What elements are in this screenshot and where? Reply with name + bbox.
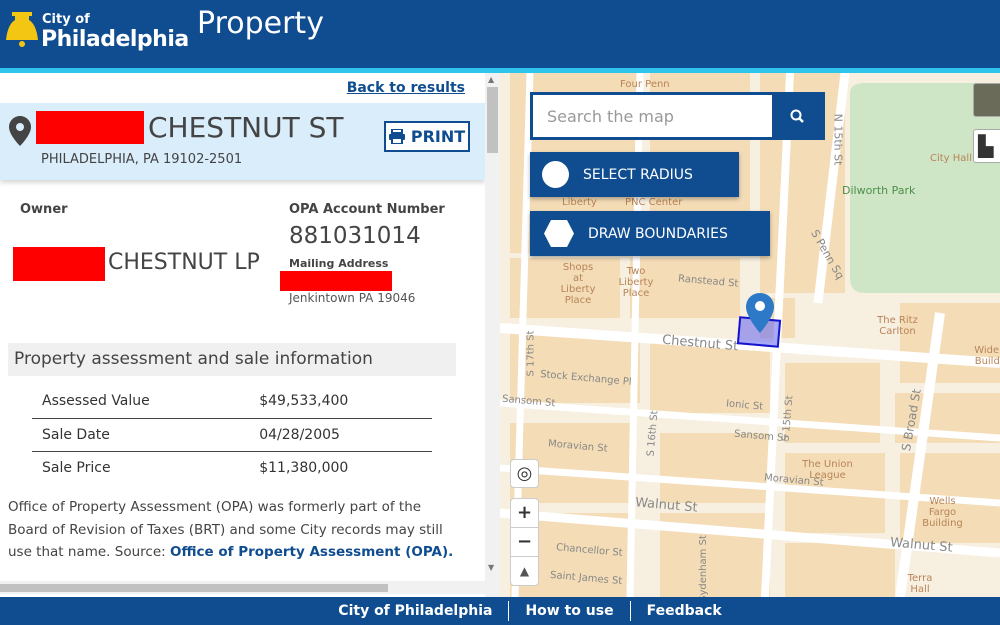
street-label: N 15th St: [831, 113, 845, 166]
assessment-section-title: Property assessment and sale information: [8, 343, 456, 376]
row-label: Sale Price: [42, 459, 111, 476]
owner-label: Owner: [20, 202, 68, 217]
street-label: S 17th St: [525, 330, 537, 377]
building-icon: ▙: [978, 134, 994, 158]
geolocate-button[interactable]: ◎: [510, 459, 539, 488]
map-place-label: PNC Center: [625, 197, 683, 208]
map-place-label: Shops at Liberty Place: [560, 262, 596, 306]
search-input[interactable]: Search the map: [547, 107, 674, 126]
mailing-city: Jenkintown PA 19046: [289, 291, 416, 305]
row-value: $49,533,400: [249, 385, 432, 419]
print-label: PRINT: [410, 127, 466, 146]
back-to-results-link[interactable]: Back to results: [347, 80, 465, 96]
city-line: PHILADELPHIA, PA 19102-2501: [41, 152, 243, 167]
select-radius-button[interactable]: SELECT RADIUS: [530, 152, 739, 197]
owner-name: CHESTNUT LP: [108, 250, 260, 275]
zoom-controls: + − ▲: [510, 498, 539, 586]
map-place-label: Widener Building: [974, 345, 1000, 367]
draw-boundaries-button[interactable]: DRAW BOUNDARIES: [530, 211, 770, 256]
map-marker-icon: [9, 116, 31, 146]
mailing-address-label: Mailing Address: [289, 257, 389, 270]
map-place-label: The Ritz Carlton: [877, 315, 918, 337]
property-panel: Back to results CHESTNUT ST PHILADELPHIA…: [0, 73, 485, 597]
footer-link-how-to-use[interactable]: How to use: [509, 603, 629, 619]
print-button[interactable]: PRINT: [384, 121, 470, 152]
redacted-owner: [13, 247, 105, 281]
draw-boundaries-label: DRAW BOUNDARIES: [588, 225, 728, 242]
address-header: CHESTNUT ST PHILADELPHIA, PA 19102-2501 …: [0, 103, 485, 180]
opa-account-number: 881031014: [289, 223, 421, 249]
liberty-bell-logo[interactable]: [4, 8, 40, 48]
map-place-label: Two Liberty Place: [618, 266, 654, 299]
imagery-basemap-toggle[interactable]: [973, 83, 1000, 117]
map[interactable]: Four Penn City Hall Dilworth Park Shops …: [500, 73, 1000, 597]
opa-account-label: OPA Account Number: [289, 202, 445, 217]
row-label: Sale Date: [32, 418, 250, 452]
map-place-label: Dilworth Park: [842, 184, 916, 197]
printer-icon: [388, 129, 405, 144]
row-value: $11,380,000: [259, 459, 349, 476]
scroll-down-icon[interactable]: ▼: [488, 563, 494, 572]
row-label: Assessed Value: [32, 385, 250, 419]
zoom-in-button[interactable]: +: [511, 499, 538, 528]
search-button[interactable]: [772, 95, 822, 137]
map-place-label: Liberty: [562, 197, 597, 208]
street-name: CHESTNUT ST: [148, 111, 344, 144]
circle-icon: [542, 161, 569, 188]
map-place-label: City Hall: [930, 153, 972, 164]
table-row: Assessed Value $49,533,400: [32, 385, 432, 419]
select-radius-label: SELECT RADIUS: [583, 166, 693, 183]
assessment-table: Assessed Value $49,533,400 Sale Date 04/28…: [32, 385, 432, 484]
app-header: City of Philadelphia Property: [0, 0, 1000, 68]
footer-link-feedback[interactable]: Feedback: [631, 603, 738, 619]
map-place-label: Wells Fargo Building: [922, 496, 963, 529]
logo-city-of: City of: [42, 12, 90, 27]
buildings-toggle[interactable]: ▙: [973, 129, 1000, 163]
redacted-house-number: [36, 111, 144, 144]
map-place-label: Four Penn: [620, 79, 670, 90]
zoom-out-button[interactable]: −: [511, 528, 538, 557]
opa-source-link[interactable]: Office of Property Assessment (OPA).: [170, 544, 453, 560]
vertical-scrollbar[interactable]: ▲ ▼: [485, 73, 500, 597]
scroll-up-icon[interactable]: ▲: [488, 75, 494, 84]
redacted-mailing-street: [280, 271, 392, 291]
row-value: 04/28/2005: [249, 418, 432, 452]
footer-link-city[interactable]: City of Philadelphia: [322, 603, 508, 619]
property-marker-icon[interactable]: [746, 293, 774, 333]
app-title: Property: [197, 6, 324, 41]
hexagon-icon: [544, 220, 574, 247]
opa-note: Office of Property Assessment (OPA) was …: [8, 496, 463, 564]
search-icon: [790, 109, 804, 123]
footer: City of Philadelphia How to use Feedback: [0, 597, 1000, 625]
crosshair-icon: ◎: [516, 463, 533, 484]
table-row: Sale Date 04/28/2005: [32, 418, 432, 452]
scrollbar-thumb[interactable]: [487, 87, 498, 153]
map-place-label: Terra Hall: [907, 573, 933, 595]
map-search-box[interactable]: Search the map: [530, 92, 825, 140]
scrollbar-thumb[interactable]: [0, 584, 388, 592]
table-row: Sale Price $11,380,000: [32, 451, 432, 484]
street-label: Sydenham St: [697, 535, 709, 597]
compass-reset-button[interactable]: ▲: [511, 557, 538, 585]
logo-philadelphia: Philadelphia: [41, 27, 189, 52]
horizontal-scrollbar[interactable]: [0, 581, 485, 594]
